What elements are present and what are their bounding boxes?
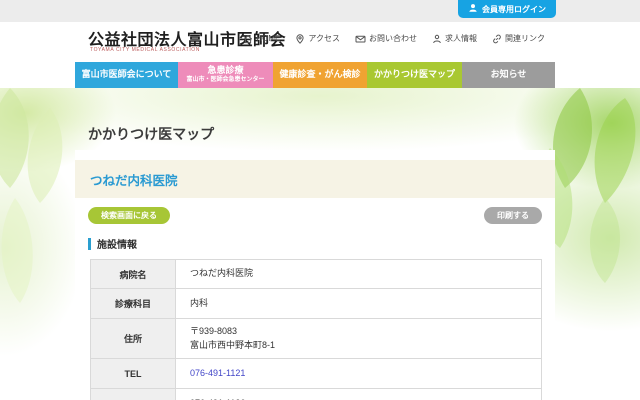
home-icon [243, 34, 253, 44]
table-row: 診療科目 内科 [91, 289, 542, 319]
link-icon [492, 34, 502, 44]
clinic-heading-bar: つねだ内科医院 [75, 160, 555, 198]
tel-link[interactable]: 076-491-1121 [190, 368, 245, 378]
site-subtitle: TOYAMA CITY MEDICAL ASSOCIATION [90, 47, 200, 53]
print-button[interactable]: 印刷する [484, 207, 542, 224]
nav-access[interactable]: アクセス [295, 33, 340, 44]
table-row: 病院名 つねだ内科医院 [91, 260, 542, 289]
utility-nav: HOME アクセス お問い合わせ 求人情報 関連リンク [243, 33, 545, 44]
mail-icon [355, 34, 366, 44]
content-column: かかりつけ医マップ つねだ内科医院 検索画面に戻る 印刷する 施設情報 病院名 … [75, 88, 555, 400]
tab-news-label: お知らせ [491, 70, 527, 80]
member-login-button[interactable]: 会員専用ログイン [458, 0, 556, 18]
nav-access-label: アクセス [308, 33, 340, 44]
facility-info-section-header: 施設情報 [88, 236, 555, 251]
address-value: 〒939-8083 富山市西中野本町8-1 [176, 319, 542, 359]
back-to-search-button[interactable]: 検索画面に戻る [88, 207, 170, 224]
main-nav-tabs: 富山市医師会について 急患診療 富山市・医師会急患センター 健康診査・がん検診 … [75, 62, 555, 88]
clinic-name-heading: つねだ内科医院 [90, 170, 178, 189]
row-label: 病院名 [91, 260, 176, 289]
row-label: 住所 [91, 319, 176, 359]
facility-info-table: 病院名 つねだ内科医院 診療科目 内科 住所 〒939-8083 富山市西中野本… [90, 259, 542, 400]
facility-info-title: 施設情報 [97, 236, 137, 251]
member-icon [468, 3, 478, 15]
table-row: TEL 076-491-1121 [91, 359, 542, 389]
row-label: FAX [91, 389, 176, 400]
page-title: かかりつけ医マップ [88, 124, 214, 144]
content-card: つねだ内科医院 検索画面に戻る 印刷する 施設情報 病院名 つねだ内科医院 診療… [75, 150, 555, 400]
nav-jobs-label: 求人情報 [445, 33, 477, 44]
nav-links[interactable]: 関連リンク [492, 33, 545, 44]
hospital-name-value: つねだ内科医院 [176, 260, 542, 289]
nav-home-label: HOME [256, 34, 280, 43]
action-button-row: 検索画面に戻る 印刷する [75, 207, 555, 224]
tab-emergency-sublabel: 富山市・医師会急患センター [186, 77, 264, 84]
nav-home[interactable]: HOME [243, 33, 280, 44]
section-accent-bar [88, 238, 91, 250]
tab-news[interactable]: お知らせ [462, 62, 555, 88]
department-value: 内科 [176, 289, 542, 319]
tab-emergency[interactable]: 急患診療 富山市・医師会急患センター [178, 62, 273, 88]
table-row: FAX 076-491-1126 [91, 389, 542, 400]
nav-contact[interactable]: お問い合わせ [355, 33, 417, 44]
nav-contact-label: お問い合わせ [369, 33, 417, 44]
header: 公益社団法人富山市医師会 TOYAMA CITY MEDICAL ASSOCIA… [0, 22, 640, 62]
tab-checkup[interactable]: 健康診査・がん検診 [273, 62, 367, 88]
tab-about[interactable]: 富山市医師会について [75, 62, 178, 88]
tab-doctor-map[interactable]: かかりつけ医マップ [367, 62, 462, 88]
tab-checkup-label: 健康診査・がん検診 [279, 70, 360, 80]
person-icon [432, 34, 442, 44]
nav-jobs[interactable]: 求人情報 [432, 33, 477, 44]
row-label: 診療科目 [91, 289, 176, 319]
table-row: 住所 〒939-8083 富山市西中野本町8-1 [91, 319, 542, 359]
fax-value: 076-491-1126 [176, 389, 542, 400]
tab-about-label: 富山市医師会について [82, 70, 172, 80]
map-pin-icon [295, 34, 305, 44]
row-label: TEL [91, 359, 176, 389]
tab-doctor-map-label: かかりつけ医マップ [374, 70, 455, 80]
nav-links-label: 関連リンク [505, 33, 545, 44]
tab-emergency-label: 急患診療 [207, 66, 243, 76]
member-login-label: 会員専用ログイン [482, 4, 546, 15]
page: 会員専用ログイン 公益社団法人富山市医師会 TOYAMA CITY MEDICA… [0, 0, 640, 400]
